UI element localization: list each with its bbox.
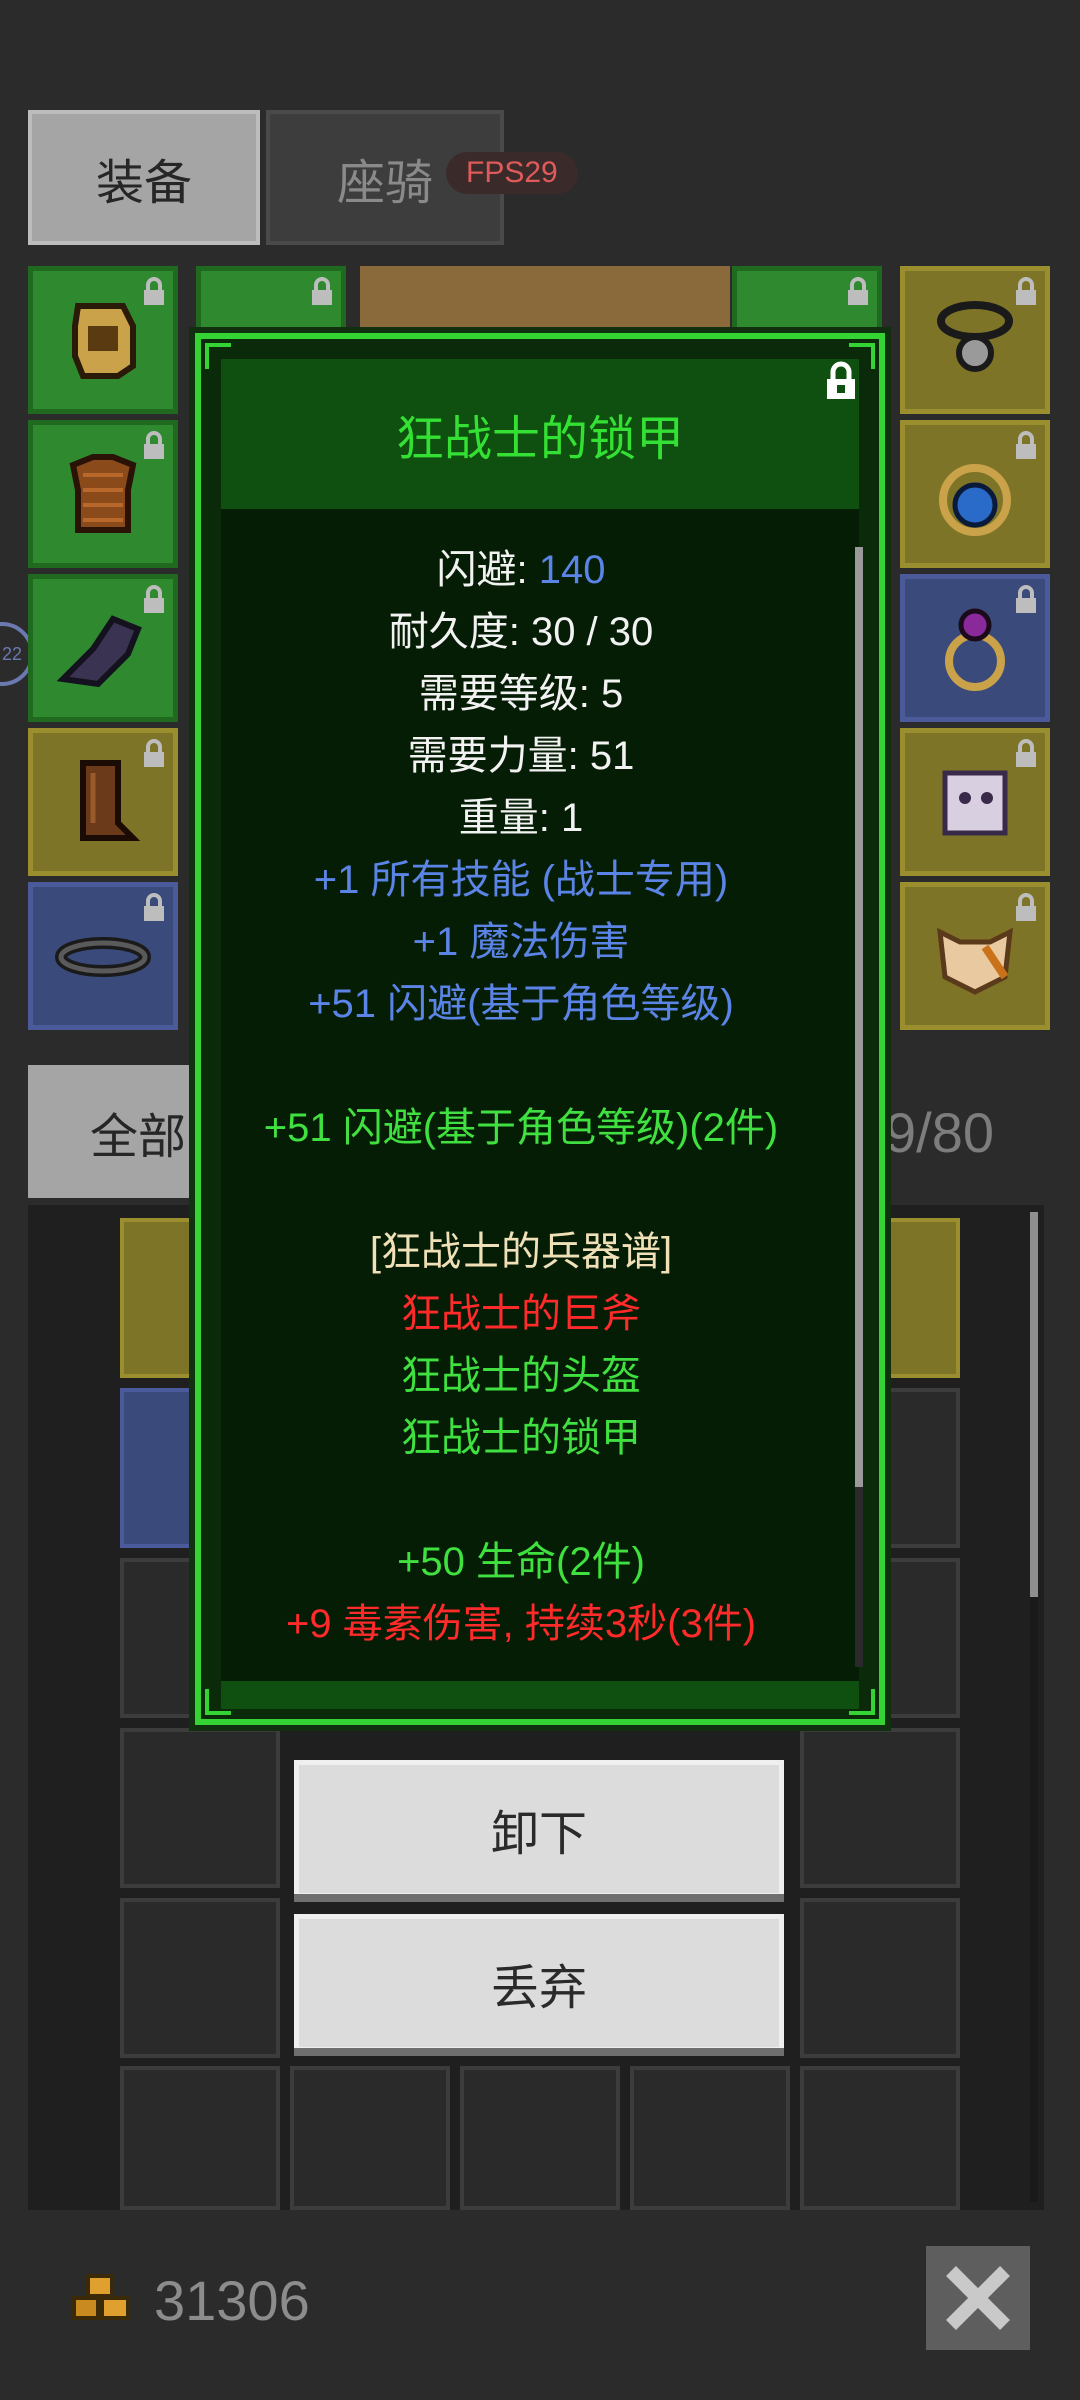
stat-dodge: 闪避: 140 [221, 539, 821, 601]
inventory-slot[interactable] [800, 1728, 960, 1888]
magic-prop: +51 闪避(基于角色等级) [308, 982, 734, 1026]
magic-prop: +1 所有技能 (战士专用) [313, 858, 729, 902]
character-portrait-area [360, 266, 730, 336]
magic-prop: +1 魔法伤害 [412, 920, 630, 964]
boots-icon [80, 760, 141, 841]
item-title: 狂战士的锁甲 [395, 413, 684, 466]
lock-icon [1016, 585, 1036, 613]
inventory-scrollbar-thumb[interactable] [1030, 1212, 1038, 1597]
lock-icon [312, 277, 332, 305]
fps-badge: FPS29 [446, 152, 578, 194]
tab-equipment[interactable]: 装备 [28, 110, 260, 245]
inventory-count: 9/80 [885, 1101, 994, 1164]
set-bonus-active: +50 生命(2件) [397, 1540, 645, 1584]
inventory-slot[interactable] [120, 2066, 280, 2210]
set-item-owned: 狂战士的锁甲 [401, 1416, 641, 1460]
stat-weight: 重量: 1 [458, 796, 584, 840]
equip-slot-ring-1[interactable] [900, 420, 1050, 568]
inventory-slot[interactable] [290, 2066, 450, 2210]
gloves-icon [56, 615, 142, 688]
lock-icon [848, 277, 868, 305]
close-icon [946, 2266, 1010, 2330]
popup-footer [221, 1681, 859, 1709]
item-lock-toggle-icon[interactable] [823, 361, 859, 401]
chain-armor-icon [69, 454, 137, 533]
inventory-slot[interactable] [460, 2066, 620, 2210]
item-detail-popup: 狂战士的锁甲 闪避: 140 耐久度: 30 / 30 需要等级: 5 需要力量… [195, 333, 885, 1725]
equip-slot-pet-1[interactable] [900, 728, 1050, 876]
stat-dodge-label: 闪避: [436, 548, 539, 592]
blue-gem-ring-icon [939, 464, 1011, 536]
unequip-button[interactable]: 卸下 [294, 1760, 784, 1902]
item-stats-list: 闪避: 140 耐久度: 30 / 30 需要等级: 5 需要力量: 51 重量… [221, 539, 821, 1655]
stat-durability: 耐久度: 30 / 30 [388, 610, 654, 654]
lock-icon [1016, 893, 1036, 921]
equip-slot-boots[interactable] [28, 728, 178, 876]
popup-scrollbar-track[interactable] [855, 1487, 863, 1667]
equip-slot-ring-2[interactable] [900, 574, 1050, 722]
popup-header: 狂战士的锁甲 [221, 359, 859, 509]
item-stats-body[interactable]: 闪避: 140 耐久度: 30 / 30 需要等级: 5 需要力量: 51 重量… [221, 509, 859, 1681]
equip-slot-helmet[interactable] [28, 266, 178, 414]
gold-amount: 31306 [154, 2269, 310, 2332]
filter-all-button[interactable]: 全部 [28, 1065, 198, 1198]
stat-required-strength: 需要力量: 51 [407, 734, 635, 778]
inventory-slot[interactable] [630, 2066, 790, 2210]
lock-icon [144, 893, 164, 921]
popup-scrollbar-thumb[interactable] [855, 547, 863, 1487]
fox-pet-icon [937, 927, 1013, 995]
equip-slot-gloves[interactable] [28, 574, 178, 722]
purple-gem-ring-icon [945, 608, 1005, 691]
close-button[interactable] [926, 2246, 1030, 2350]
set-bonus-inactive: +9 毒素伤害, 持续3秒(3件) [285, 1602, 757, 1646]
lock-icon [1016, 739, 1036, 767]
set-item-missing: 狂战士的巨斧 [401, 1292, 641, 1336]
pet-creature-icon [942, 770, 1008, 836]
stat-required-level: 需要等级: 5 [418, 672, 624, 716]
set-name: [狂战士的兵器谱] [369, 1230, 673, 1274]
lock-icon [1016, 431, 1036, 459]
amulet-icon [937, 301, 1013, 372]
set-item-owned: 狂战士的头盔 [401, 1354, 641, 1398]
gold-icon [72, 2274, 130, 2320]
belt-icon [55, 937, 151, 977]
helmet-icon [72, 303, 136, 379]
lock-icon [144, 585, 164, 613]
side-bubble-text: 22 [1, 643, 22, 664]
lock-icon [144, 739, 164, 767]
equip-slot-belt[interactable] [28, 882, 178, 1030]
lock-icon [144, 431, 164, 459]
equip-slot-amulet[interactable] [900, 266, 1050, 414]
equip-slot-pet-2[interactable] [900, 882, 1050, 1030]
lock-icon [1016, 277, 1036, 305]
inventory-slot[interactable] [800, 2066, 960, 2210]
inventory-slot[interactable] [120, 1728, 280, 1888]
lock-icon [144, 277, 164, 305]
stat-dodge-value: 140 [538, 548, 606, 592]
inventory-slot[interactable] [120, 1898, 280, 2058]
inventory-slot[interactable] [800, 1898, 960, 2058]
set-bonus-item: +51 闪避(基于角色等级)(2件) [263, 1106, 779, 1150]
discard-button[interactable]: 丢弃 [294, 1914, 784, 2056]
equip-slot-armor[interactable] [28, 420, 178, 568]
